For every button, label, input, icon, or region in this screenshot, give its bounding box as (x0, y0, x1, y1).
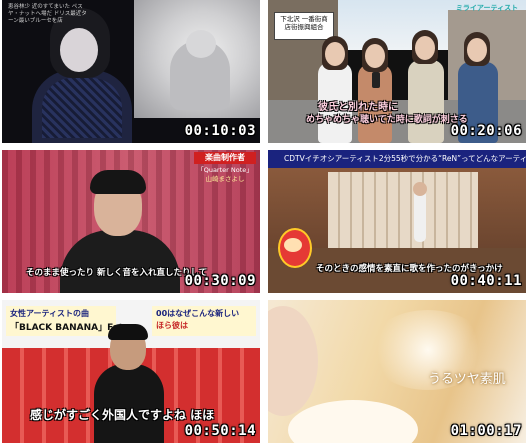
person-1-face (325, 42, 345, 66)
man-body (94, 364, 164, 443)
producer-badge: 楽曲制作者 (194, 152, 256, 164)
subtitle-line-1: 彼氏と別れた時に (318, 102, 398, 113)
artist-name: 山崎まさよし (205, 175, 245, 183)
banner-right-sub: ほら彼は (156, 321, 188, 330)
subtitle: そのまま使ったり 新しく音を入れ直したりして (26, 268, 208, 278)
program-banner: CDTVイチオシアーティスト2分55秒で分かる“ReN”ってどんなアーティスト? (268, 150, 526, 168)
subtitle-line-2: めちゃめちゃ聴いてた時に歌詞が刺さる (306, 115, 468, 125)
banner-left-title: 女性アーティストの曲 (10, 309, 90, 318)
thumbnail-6[interactable]: うるツヤ素肌 01:00:17 (268, 300, 526, 443)
performer (414, 190, 426, 242)
thumbnail-2[interactable]: 下北沢 一番街商店街振興組合 ミライアーティスト 彼氏と別れた時に めちゃめちゃ… (268, 0, 526, 143)
stage-wall (328, 172, 478, 252)
brand-text: うるツヤ素肌 (428, 372, 506, 387)
timestamp: 01:00:17 (450, 423, 522, 439)
banner-right-title: 00はなぜこんな新しい (156, 309, 240, 318)
subtitle: 感じがすごく外国人ですよね ほほ (30, 408, 215, 422)
caption-text: 恵谷林少 近のすてまいた ペスヤ・ナットへ場だ ドリス最近ターン最いブルーセを店 (8, 4, 87, 24)
timestamp: 00:20:06 (450, 123, 522, 139)
sculpture-apple (186, 30, 216, 58)
person-3-body (408, 60, 444, 143)
woman-face (60, 28, 98, 72)
person-4-face (467, 38, 487, 62)
thumbnail-1[interactable]: 恵谷林少 近のすてまいた ペスヤ・ナットへ場だ ドリス最近ターン最いブルーセを店… (2, 0, 260, 143)
thumbnail-4[interactable]: CDTVイチオシアーティスト2分55秒で分かる“ReN”ってどんなアーティスト?… (268, 150, 526, 293)
lace-pattern (42, 78, 122, 138)
performer-head (413, 182, 427, 196)
man-hair (108, 324, 148, 340)
person-2-face (365, 44, 385, 68)
program-logo: ミライアーティスト (455, 4, 519, 12)
song-title: 「Quarter Note」 (197, 166, 253, 174)
banner-left-song: 「BLACK BANANA」Fat (10, 323, 124, 333)
thumbnail-5[interactable]: 女性アーティストの曲 「BLACK BANANA」Fat 00はなぜこんな新しい… (2, 300, 260, 443)
timestamp: 00:10:03 (184, 123, 256, 139)
mascot-face (284, 238, 302, 252)
shop-sign-text: 下北沢 一番街商店街振興組合 (280, 15, 328, 31)
person-3-face (415, 36, 435, 60)
thumbnail-grid: 恵谷林少 近のすてまいた ペスヤ・ナットへ場だ ドリス最近ターン最いブルーセを店… (0, 0, 528, 443)
thumbnail-3[interactable]: 楽曲制作者 「Quarter Note」 山崎まさよし そのまま使ったり 新しく… (2, 150, 260, 293)
man-hair (90, 170, 146, 194)
timestamp: 00:30:09 (184, 273, 256, 289)
microphone (372, 72, 380, 88)
timestamp: 00:40:11 (450, 273, 522, 289)
timestamp: 00:50:14 (184, 423, 256, 439)
shop-sign: 下北沢 一番街商店街振興組合 (274, 12, 334, 40)
